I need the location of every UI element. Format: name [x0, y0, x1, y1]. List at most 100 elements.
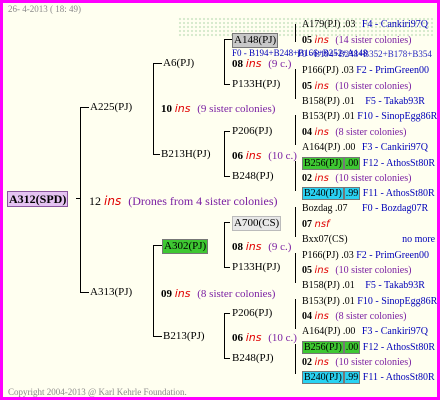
connector [295, 69, 296, 99]
g4-row-8: 04 ins (8 sister colonies) [302, 126, 406, 139]
g4-dot: .00 [343, 157, 361, 170]
g4-row-7: B153(PJ) .01 F10 - SinopEgg86R [302, 110, 437, 123]
g4-row-12: B240(PJ) .99 F11 - AthosSt80R [302, 187, 435, 200]
node-a302[interactable]: A302(PJ) [162, 239, 209, 254]
g4-dot: .01 [342, 96, 355, 107]
g4-row-10: B256(PJ) .00 F12 - AthosSt80R [302, 157, 435, 170]
g4-id: A164(PJ) [302, 326, 341, 337]
node-b213-year: 06 [232, 332, 243, 344]
g4-id: B158(PJ) [302, 96, 340, 107]
node-a6[interactable]: A6(PJ) [163, 57, 194, 70]
g4-note: F12 - AthosSt80R [362, 158, 436, 169]
connector [224, 39, 232, 40]
g4-year: 02 [302, 173, 312, 184]
connector [295, 344, 296, 374]
dam-a313[interactable]: A313(PJ) [90, 286, 132, 299]
g4-year: 05 [302, 265, 312, 276]
sire-a225-year: 10 [161, 103, 172, 115]
node-b213-note: (10 c.) [268, 332, 297, 344]
g4-ins: ins [314, 265, 329, 276]
connector [224, 358, 230, 359]
g4-year: 04 [302, 311, 312, 322]
g4-note: F2 - PrimGreen00 [356, 65, 429, 76]
connector [295, 161, 296, 191]
g4-note: F5 - Takab93R [365, 96, 425, 107]
node-p206-bottom[interactable]: P206(PJ) [232, 307, 272, 320]
dam-a313-info: 09 ins (8 sister colonies) [161, 287, 275, 301]
root-info: 12 ins (Drones from 4 sister colonies) [89, 194, 278, 208]
connector [153, 245, 162, 246]
g4-year: 05 [302, 35, 312, 46]
pedigree-chart: 26- 4-2013 ( 18: 49) Copyright 2004-2013… [0, 0, 440, 400]
g4-row-22: B256(PJ) .00 F12 - AthosSt80R [302, 341, 435, 354]
g4-note: F4 - Cankiri97Q [361, 19, 428, 30]
g4-ins: ins [314, 35, 329, 46]
g4-dot: .00 [342, 142, 356, 153]
connector [153, 63, 162, 64]
g4-row-14: 07 nsf [302, 218, 330, 231]
g4-id[interactable]: B240(PJ) [302, 371, 344, 384]
connector [224, 267, 230, 268]
node-b213[interactable]: B213(PJ) [163, 330, 205, 343]
connector [224, 313, 225, 359]
node-a302-note: (9 c.) [268, 241, 292, 253]
g4-row-4: P166(PJ) .03 F2 - PrimGreen00 [302, 64, 429, 77]
g4-id: A179(PJ) [302, 19, 341, 30]
node-a700[interactable]: A700(CS) [232, 216, 282, 231]
g4-id[interactable]: B240(PJ) [302, 187, 344, 200]
node-p206-top[interactable]: P206(PJ) [232, 125, 272, 138]
g4-row-6: B158(PJ) .01 F5 - Takab93R [302, 95, 425, 108]
root-year: 12 [89, 194, 101, 208]
connector [153, 245, 154, 337]
g4-dot: .99 [343, 187, 361, 200]
g4-row-2: 05 ins (14 sister colonies) [302, 34, 411, 47]
g4-ins: ins [314, 173, 329, 184]
g4-note: F2 - PrimGreen00 [356, 250, 429, 261]
root-note: (Drones from 4 sister colonies) [128, 194, 278, 208]
node-b248-bottom[interactable]: B248(PJ) [232, 352, 274, 365]
g4-note: F5 - Takab93R [365, 280, 425, 291]
connector [80, 107, 89, 108]
g4-note: (10 sister colonies) [335, 357, 412, 368]
g4-ins: ins [314, 357, 329, 368]
g4-id[interactable]: B256(PJ) [302, 341, 344, 354]
g4-note: F3 - Cankiri97Q [361, 326, 428, 337]
g4-id: Bozdag [302, 203, 333, 214]
connector [153, 154, 160, 155]
root-queen[interactable]: A312(SPD) [7, 191, 69, 207]
g4-ins: nsf [314, 219, 330, 230]
node-p133h-top[interactable]: P133H(PJ) [232, 78, 280, 91]
node-a148[interactable]: A148(PJ) [232, 33, 279, 48]
connector [224, 313, 230, 314]
copyright-footer: Copyright 2004-2013 @ Karl Kehrle Founda… [8, 387, 187, 397]
connector [153, 336, 162, 337]
g4-id: P166(PJ) [302, 65, 339, 76]
sire-a225[interactable]: A225(PJ) [90, 101, 132, 114]
connector [224, 222, 225, 268]
g4-ins: ins [314, 81, 329, 92]
g4-row-1: A179(PJ) .03 F4 - Cankiri97Q [302, 18, 428, 31]
node-b213h-note: (10 c.) [268, 150, 297, 162]
g4-note: (10 sister colonies) [335, 173, 412, 184]
node-a302-year: 08 [232, 241, 243, 253]
connector [80, 292, 89, 293]
node-b248-top[interactable]: B248(PJ) [232, 170, 274, 183]
g4-row-18: B158(PJ) .01 F5 - Takab93R [302, 279, 425, 292]
g4-row-15: Bxx07(CS) no more [302, 233, 435, 246]
g4-dot: .00 [342, 326, 356, 337]
g4-dot: .00 [343, 341, 361, 354]
g4-id[interactable]: B256(PJ) [302, 157, 344, 170]
node-b213-info: 06 ins (10 c.) [232, 331, 297, 345]
connector [80, 107, 81, 293]
node-p133h-bottom[interactable]: P133H(PJ) [232, 261, 280, 274]
g4-dot: .01 [342, 296, 355, 307]
g4-row-17: 05 ins (10 sister colonies) [302, 264, 411, 277]
g4-note: F0 - Bozdag07R [362, 203, 429, 214]
g4-note: (10 sister colonies) [335, 265, 412, 276]
g4-year: 02 [302, 357, 312, 368]
dam-a313-year: 09 [161, 288, 172, 300]
root-ins: ins [104, 194, 122, 208]
g4-note: (14 sister colonies) [335, 35, 412, 46]
connector [224, 84, 230, 85]
node-b213h[interactable]: B213H(PJ) [161, 148, 211, 161]
